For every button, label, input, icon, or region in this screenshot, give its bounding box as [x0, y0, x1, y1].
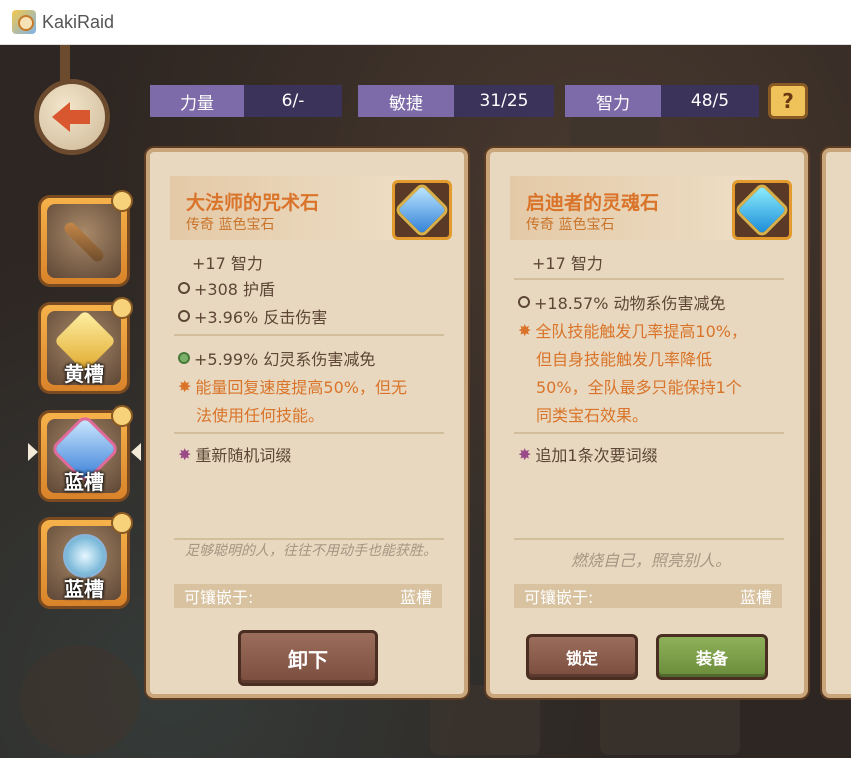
next-card-partial[interactable]: [822, 148, 851, 698]
socket-label: 可镶嵌于:: [524, 588, 594, 607]
card-header: 启迪者的灵魂石 传奇 蓝色宝石: [510, 176, 792, 240]
shield-dot-icon: [178, 310, 190, 322]
stat-value: 48/5: [661, 85, 759, 117]
stat-intelligence: 智力 48/5: [565, 85, 759, 117]
flavor-text: 燃烧自己，照亮别人。: [570, 551, 731, 570]
wrench-icon[interactable]: [111, 297, 133, 319]
stat-line: +18.57% 动物系伤害减免: [518, 290, 726, 314]
bonus-line: +5.99% 幻灵系伤害减免: [178, 346, 375, 370]
primary-stat: +17 智力: [192, 254, 263, 273]
enlightener-soulstone-icon: [732, 180, 792, 240]
socket-value: 蓝槽: [399, 588, 432, 607]
socket-info: 可镶嵌于: 蓝槽: [174, 584, 442, 608]
star-icon: ✸: [518, 320, 532, 340]
stat-label: 敏捷: [358, 85, 454, 117]
slot-label: 黄槽: [64, 362, 104, 386]
equip-button[interactable]: 装备: [656, 634, 768, 680]
paw-dot-icon: [518, 296, 530, 308]
back-arrow-icon: [52, 102, 92, 132]
stat-line: +3.96% 反击伤害: [178, 304, 327, 328]
selection-arrow-right-icon: [131, 443, 141, 461]
affix-line: ✸ 追加1条次要词缀: [518, 444, 658, 466]
help-book-button[interactable]: ?: [768, 83, 808, 119]
card-header: 大法师的咒术石 传奇 蓝色宝石: [170, 176, 452, 240]
lock-button[interactable]: 锁定: [526, 634, 638, 680]
wrench-icon[interactable]: [111, 405, 133, 427]
selection-arrow-left-icon: [28, 443, 38, 461]
slot-yellow[interactable]: 黄槽: [38, 297, 133, 394]
app-logo-icon: [12, 10, 36, 34]
slot-label: 蓝槽: [64, 470, 104, 494]
wrench-icon[interactable]: [111, 512, 133, 534]
effect-line: ✸ 全队技能触发几率提高10%，: [518, 320, 747, 342]
socket-info: 可镶嵌于: 蓝槽: [514, 584, 782, 608]
shield-dot-icon: [178, 282, 190, 294]
gem-rarity: 传奇 蓝色宝石: [186, 217, 275, 233]
stat-label: 力量: [150, 85, 244, 117]
effect-line: 但自身技能触发几率降低: [536, 350, 713, 369]
gem-rarity: 传奇 蓝色宝石: [526, 217, 615, 233]
bubble-gem-icon: [63, 534, 107, 578]
star-icon: ✸: [178, 376, 192, 396]
affix-line: ✸ 重新随机词缀: [178, 444, 292, 466]
stat-value: 31/25: [454, 85, 554, 117]
green-dot-icon: [178, 352, 190, 364]
archmage-stone-icon: [392, 180, 452, 240]
socket-label: 可镶嵌于:: [184, 588, 254, 607]
effect-line: 50%，全队最多只能保持1个: [536, 378, 742, 397]
back-button[interactable]: [34, 79, 110, 155]
stat-line: +308 护盾: [178, 276, 275, 300]
effect-line: 同类宝石效果。: [536, 406, 649, 425]
effect-line: ✸ 能量回复速度提高50%，但无: [178, 376, 407, 398]
purple-star-icon: ✸: [518, 444, 532, 464]
window-title: KakiRaid: [42, 11, 115, 32]
primary-stat: +17 智力: [532, 254, 603, 273]
gem-card-candidate: 启迪者的灵魂石 传奇 蓝色宝石 +17 智力 +18.57% 动物系伤害减免 ✸…: [486, 148, 808, 698]
game-scene: 力量 6/- 敏捷 31/25 智力 48/5 ? 黄槽 蓝槽 蓝槽 大法师的咒…: [0, 45, 851, 758]
effect-line: 法使用任何技能。: [196, 406, 325, 425]
stat-agility: 敏捷 31/25: [358, 85, 554, 117]
stat-strength: 力量 6/-: [150, 85, 342, 117]
stat-value: 6/-: [244, 85, 342, 117]
purple-star-icon: ✸: [178, 444, 192, 464]
wrench-icon[interactable]: [111, 190, 133, 212]
window-titlebar: KakiRaid: [0, 0, 851, 45]
stat-label: 智力: [565, 85, 661, 117]
socket-value: 蓝槽: [739, 588, 772, 607]
gem-card-equipped: 大法师的咒术石 传奇 蓝色宝石 +17 智力 +308 护盾 +3.96% 反击…: [146, 148, 468, 698]
flavor-text: 足够聪明的人，往往不用动手也能获胜。: [185, 543, 437, 559]
slot-label: 蓝槽: [64, 577, 104, 601]
question-icon: ?: [782, 89, 794, 113]
gem-name: 启迪者的灵魂石: [526, 192, 660, 214]
slot-blue[interactable]: 蓝槽: [38, 512, 133, 609]
back-button-wrap: [10, 45, 120, 175]
slot-weapon[interactable]: [38, 190, 133, 287]
gem-name: 大法师的咒术石: [186, 192, 320, 214]
unequip-button[interactable]: 卸下: [238, 630, 378, 686]
slot-blue-selected[interactable]: 蓝槽: [38, 405, 133, 502]
